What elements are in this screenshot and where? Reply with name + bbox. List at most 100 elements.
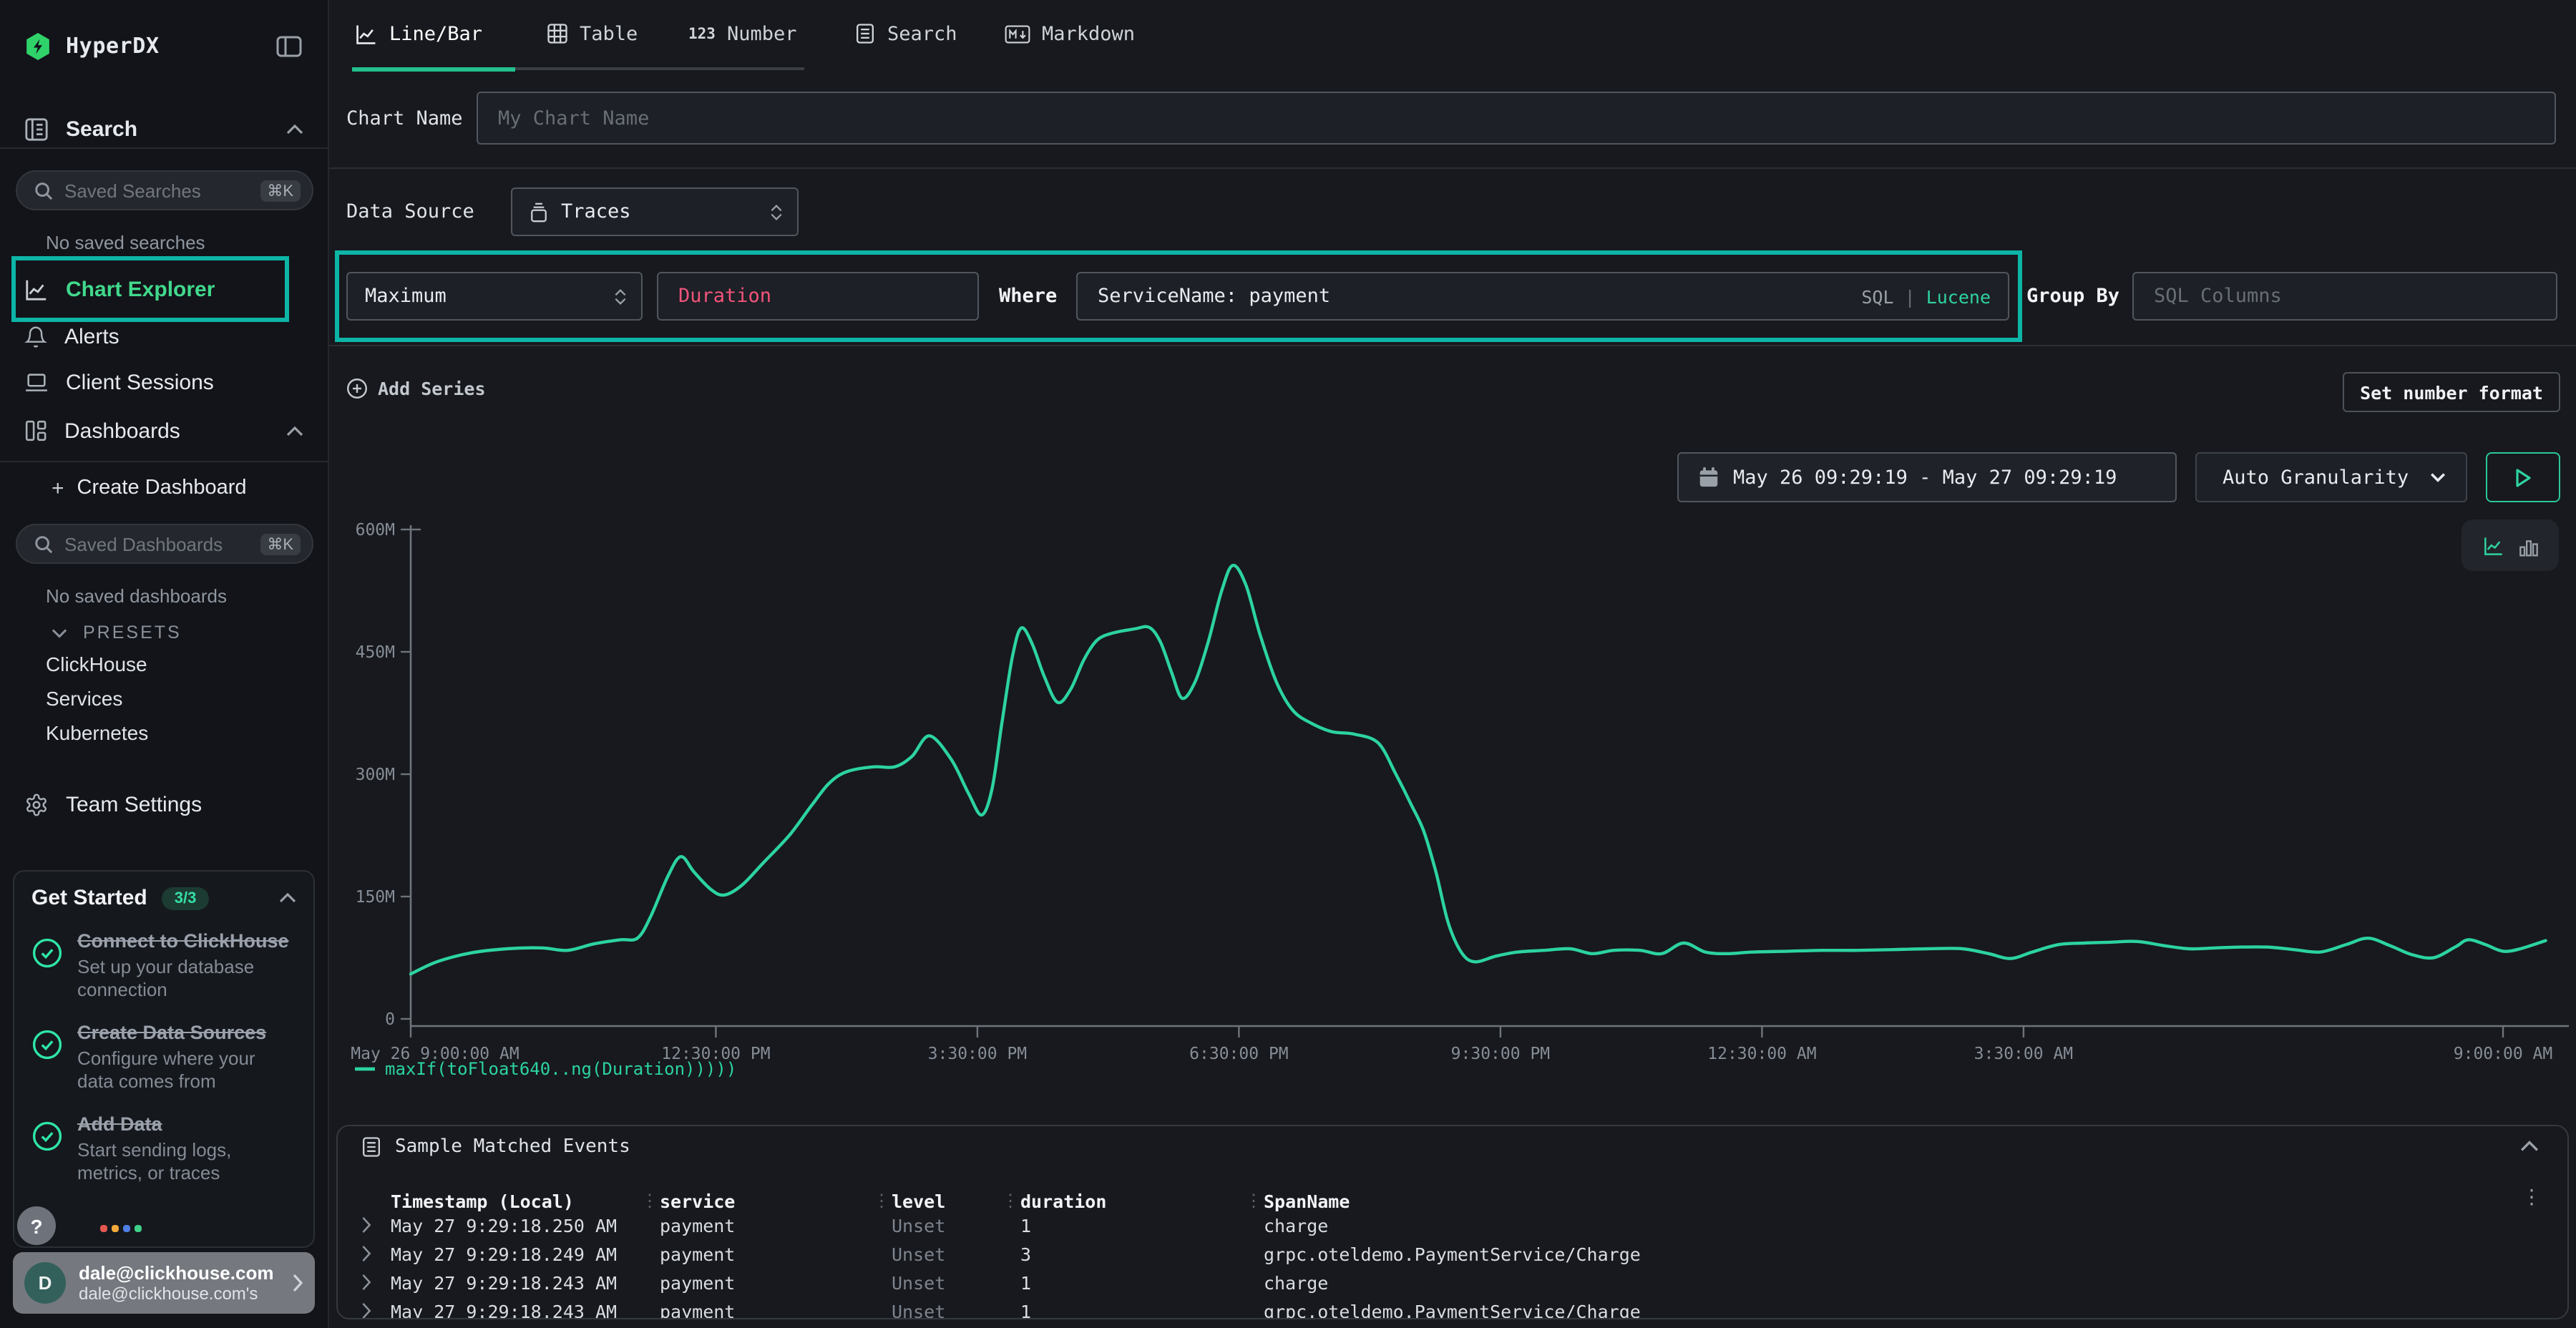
cell-timestamp[interactable]: May 27 9:29:18.250 AM — [391, 1215, 617, 1236]
tab-label: Markdown — [1042, 22, 1135, 45]
cell-level[interactable]: Unset — [892, 1215, 945, 1236]
date-range-input[interactable]: May 26 09:29:19 - May 27 09:29:19 — [1677, 452, 2177, 502]
aggregation-select[interactable]: Maximum — [346, 272, 643, 321]
field-input[interactable]: Duration — [657, 272, 979, 321]
create-dashboard-button[interactable]: + Create Dashboard — [0, 471, 329, 505]
cell-level[interactable]: Unset — [892, 1272, 945, 1294]
cell-service[interactable]: payment — [660, 1272, 735, 1294]
cell-timestamp[interactable]: May 27 9:29:18.243 AM — [391, 1301, 617, 1319]
sql-toggle[interactable]: SQL — [1861, 285, 1893, 307]
preset-clickhouse[interactable]: ClickHouse — [46, 653, 147, 675]
add-series-label: Add Series — [378, 378, 486, 399]
sample-events-title: Sample Matched Events — [395, 1136, 630, 1158]
sidebar-item-team-settings[interactable]: Team Settings — [0, 786, 329, 823]
tab-number[interactable]: 123 Number — [688, 0, 797, 67]
sidebar-item-dashboards[interactable]: Dashboards — [0, 412, 329, 449]
sidebar-item-client-sessions[interactable]: Client Sessions — [0, 363, 329, 401]
sidebar-section-search[interactable]: Search — [0, 109, 329, 149]
get-started-item[interactable]: Add Data Start sending logs, metrics, or… — [31, 1112, 296, 1185]
tab-line-bar[interactable]: Line/Bar — [355, 0, 482, 67]
divider — [329, 345, 2576, 346]
col-duration[interactable]: duration — [1020, 1191, 1106, 1212]
column-grip-icon[interactable]: ⋮ — [1245, 1191, 1262, 1211]
cell-duration[interactable]: 3 — [1020, 1244, 1031, 1265]
collapse-sidebar-icon[interactable] — [276, 36, 302, 57]
saved-dashboards-input[interactable]: Saved Dashboards ⌘K — [16, 524, 313, 564]
chart-svg[interactable]: 0150M300M450M600MMay 26 9:00:00 AM12:30:… — [329, 515, 2576, 1088]
cell-service[interactable]: payment — [660, 1244, 735, 1265]
cell-duration[interactable]: 1 — [1020, 1301, 1031, 1319]
search-icon — [34, 534, 53, 553]
run-query-button[interactable] — [2486, 452, 2560, 502]
tab-search[interactable]: Search — [854, 0, 957, 67]
add-series-button[interactable]: Add Series — [346, 378, 486, 399]
data-source-select[interactable]: Traces — [511, 187, 799, 236]
alerts-label: Alerts — [64, 324, 119, 348]
help-button[interactable]: ? — [17, 1206, 56, 1245]
cell-duration[interactable]: 1 — [1020, 1215, 1031, 1236]
cell-service[interactable]: payment — [660, 1301, 735, 1319]
user-footer[interactable]: D dale@clickhouse.com dale@clickhouse.co… — [13, 1252, 315, 1314]
cell-timestamp[interactable]: May 27 9:29:18.243 AM — [391, 1272, 617, 1294]
active-tab-underline — [352, 67, 515, 71]
granularity-value: Auto Granularity — [2223, 466, 2409, 489]
divider — [329, 167, 2576, 169]
row-expand-icon[interactable] — [361, 1216, 372, 1234]
col-timestamp[interactable]: Timestamp (Local) — [391, 1191, 574, 1212]
traces-source-icon — [530, 201, 548, 223]
laptop-icon — [24, 371, 49, 393]
tab-table[interactable]: Table — [547, 0, 638, 67]
preset-kubernetes[interactable]: Kubernetes — [46, 721, 148, 744]
cell-spanname[interactable]: grpc.oteldemo.PaymentService/Charge — [1264, 1244, 1641, 1265]
granularity-select[interactable]: Auto Granularity — [2195, 452, 2467, 502]
chart-legend[interactable]: maxIf(toFloat640..ng(Duration))))) — [355, 1059, 736, 1079]
column-grip-icon[interactable]: ⋮ — [641, 1191, 658, 1211]
col-spanname[interactable]: SpanName — [1264, 1191, 1350, 1212]
chevron-up-icon[interactable] — [279, 893, 296, 903]
search-section-label: Search — [66, 117, 137, 141]
lucene-toggle[interactable]: Lucene — [1926, 285, 1991, 307]
set-number-format-button[interactable]: Set number format — [2343, 372, 2560, 412]
dashboards-label: Dashboards — [64, 419, 180, 443]
cell-timestamp[interactable]: May 27 9:29:18.249 AM — [391, 1244, 617, 1265]
column-grip-icon[interactable]: ⋮ — [1002, 1191, 1019, 1211]
group-by-input[interactable]: SQL Columns — [2132, 272, 2557, 321]
get-started-item[interactable]: Create Data Sources Configure where your… — [31, 1020, 296, 1093]
chart-name-input[interactable]: My Chart Name — [477, 92, 2556, 145]
cell-spanname[interactable]: charge — [1264, 1272, 1328, 1294]
saved-dashboards-placeholder: Saved Dashboards — [64, 533, 260, 555]
tab-label: Number — [727, 22, 797, 45]
cell-level[interactable]: Unset — [892, 1244, 945, 1265]
no-saved-dashboards-note: No saved dashboards — [46, 585, 227, 607]
collapse-panel-icon[interactable] — [2520, 1141, 2539, 1152]
create-dashboard-label: Create Dashboard — [77, 477, 247, 499]
where-input[interactable]: ServiceName: payment SQL | Lucene — [1076, 272, 2009, 321]
cell-level[interactable]: Unset — [892, 1301, 945, 1319]
x-tick-label: 12:30:00 AM — [1707, 1045, 1816, 1063]
search-icon — [34, 181, 53, 200]
preset-services[interactable]: Services — [46, 687, 122, 710]
cell-spanname[interactable]: charge — [1264, 1215, 1328, 1236]
get-started-item[interactable]: Connect to ClickHouse Set up your databa… — [31, 929, 296, 1002]
table-menu-kebab-icon[interactable]: ⋮ — [2522, 1186, 2542, 1209]
cell-duration[interactable]: 1 — [1020, 1272, 1031, 1294]
col-level[interactable]: level — [892, 1191, 945, 1212]
field-value: Duration — [678, 285, 771, 308]
get-started-item-title: Connect to ClickHouse — [77, 929, 296, 953]
cell-service[interactable]: payment — [660, 1215, 735, 1236]
row-expand-icon[interactable] — [361, 1302, 372, 1319]
y-tick-label: 0 — [385, 1010, 395, 1029]
presets-toggle[interactable]: PRESETS — [0, 618, 329, 647]
row-expand-icon[interactable] — [361, 1274, 372, 1291]
y-tick-label: 300M — [356, 766, 395, 784]
column-grip-icon[interactable]: ⋮ — [873, 1191, 890, 1211]
sidebar-item-chart-explorer[interactable]: Chart Explorer — [0, 270, 329, 308]
saved-searches-input[interactable]: Saved Searches ⌘K — [16, 170, 313, 210]
legend-series-label: maxIf(toFloat640..ng(Duration))))) — [385, 1059, 736, 1079]
tab-markdown[interactable]: Markdown — [1005, 0, 1135, 67]
get-started-item-title: Create Data Sources — [77, 1020, 296, 1045]
cell-spanname[interactable]: grpc.oteldemo.PaymentService/Charge — [1264, 1301, 1641, 1319]
row-expand-icon[interactable] — [361, 1245, 372, 1262]
col-service[interactable]: service — [660, 1191, 735, 1212]
sidebar-item-alerts[interactable]: Alerts — [0, 318, 329, 355]
